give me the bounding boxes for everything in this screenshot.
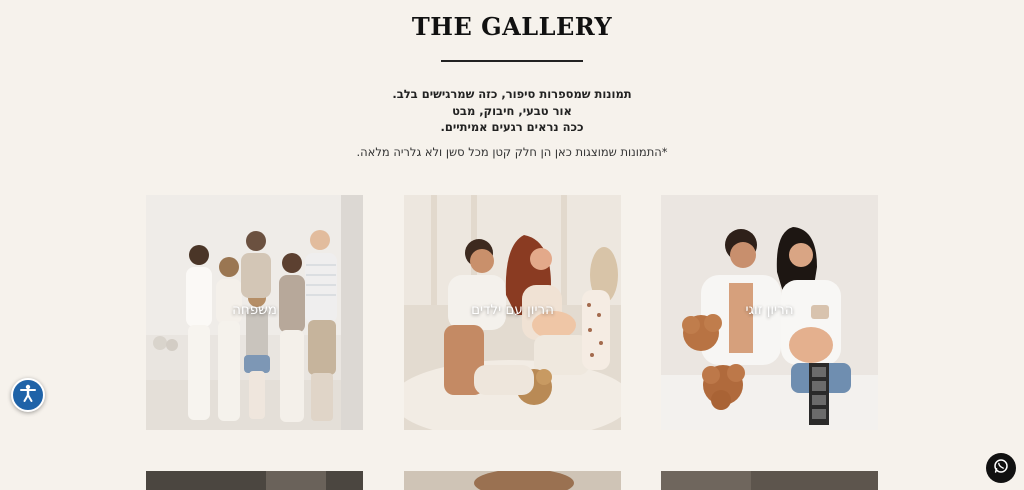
accessibility-icon bbox=[18, 383, 38, 407]
gallery-tile-pregnancy-couple[interactable]: הריון זוגי bbox=[661, 195, 878, 430]
title-divider bbox=[441, 60, 583, 62]
gallery-note: *התמונות שמוצגות כאן הן חלק קטן מכל סשן … bbox=[356, 145, 668, 159]
accessibility-button[interactable] bbox=[11, 378, 45, 412]
partial-photo bbox=[661, 471, 878, 490]
gallery-tile-partial[interactable] bbox=[404, 471, 621, 490]
gallery-tile-partial[interactable] bbox=[146, 471, 363, 490]
gallery-tile-family[interactable]: משפחה bbox=[146, 195, 363, 430]
partial-photo bbox=[146, 471, 363, 490]
gallery-tile-partial[interactable] bbox=[661, 471, 878, 490]
intro-line: תמונות שמספרות סיפור, כזה שמרגישים בלב. bbox=[392, 87, 632, 101]
partial-photo bbox=[404, 471, 621, 490]
gallery-title: THE GALLERY bbox=[411, 12, 613, 41]
tile-label-family: משפחה bbox=[232, 302, 277, 318]
whatsapp-icon bbox=[993, 458, 1009, 478]
tile-label-pregnancy-couple: הריון זוגי bbox=[745, 302, 794, 318]
whatsapp-button[interactable] bbox=[986, 453, 1016, 483]
intro-line: אור טבעי, חיבוק, מבט bbox=[452, 103, 572, 118]
gallery-page: THE GALLERY תמונות שמספרות סיפור, כזה שמ… bbox=[0, 0, 1024, 490]
gallery-intro: תמונות שמספרות סיפור, כזה שמרגישים בלב. … bbox=[0, 86, 1024, 136]
gallery-tile-pregnancy-kids[interactable]: הריון עם ילדים bbox=[404, 195, 621, 430]
intro-line: ככה נראים רגעים אמיתיים. bbox=[440, 120, 584, 134]
tile-label-pregnancy-kids: הריון עם ילדים bbox=[471, 302, 554, 318]
